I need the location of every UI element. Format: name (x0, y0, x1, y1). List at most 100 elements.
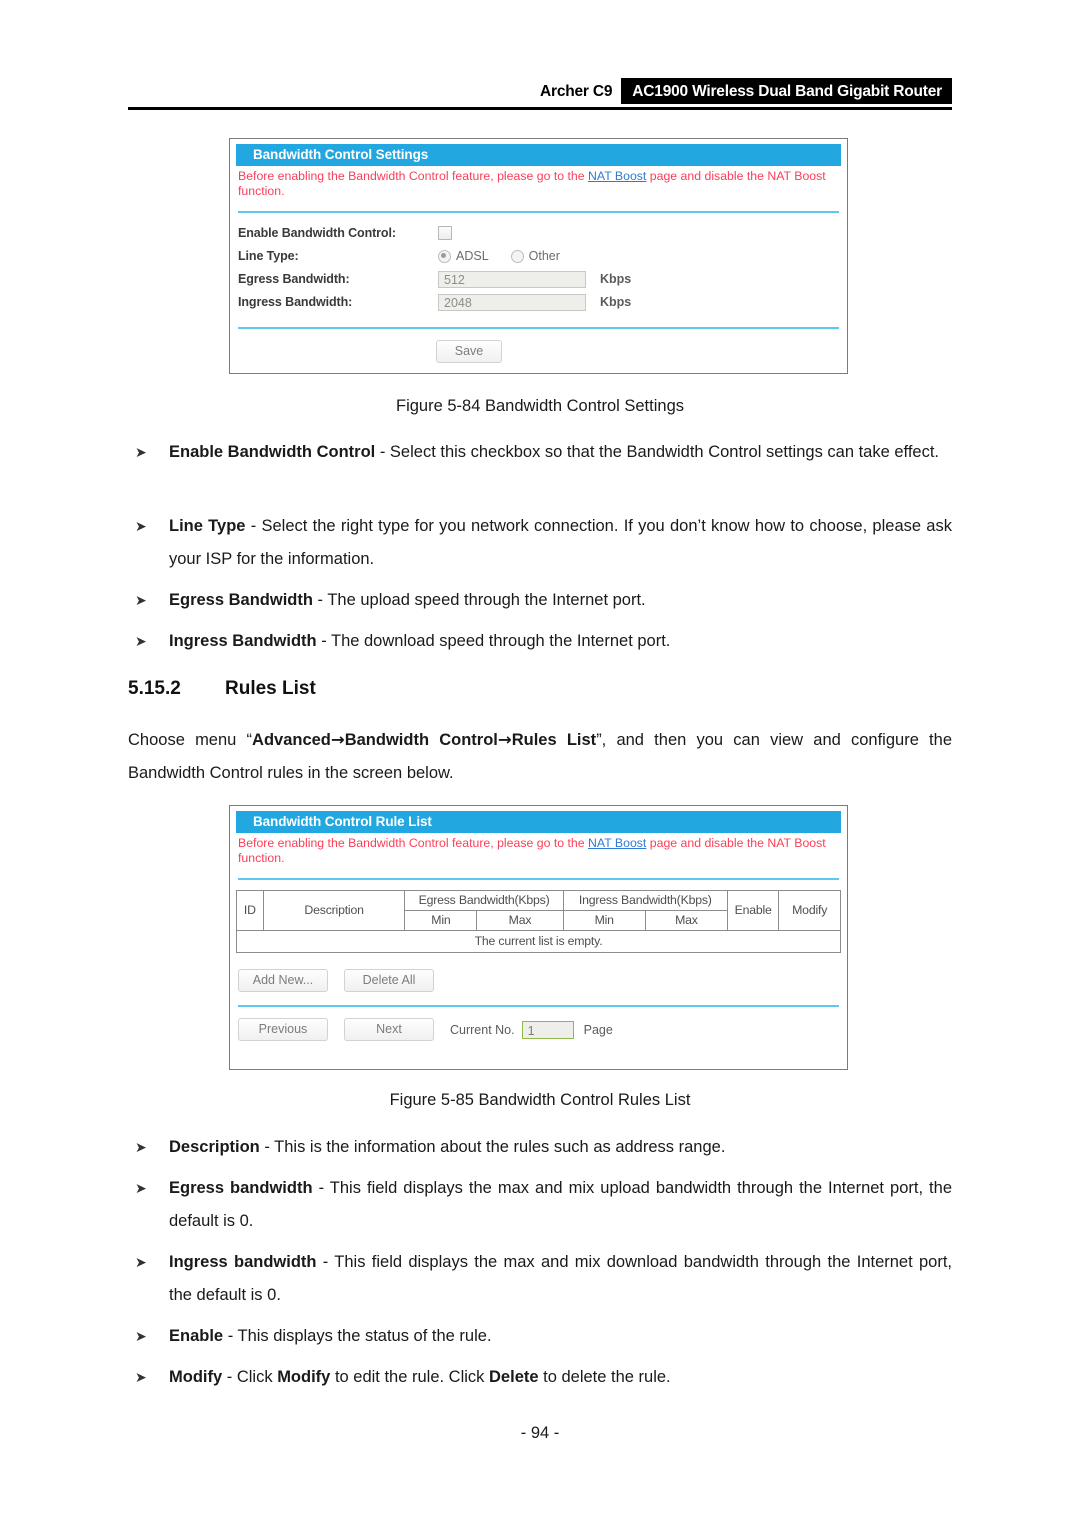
bullet-term: Ingress bandwidth (169, 1253, 317, 1271)
bullet-separator: - (222, 1368, 237, 1386)
bullet-separator: - (316, 632, 331, 650)
bullet-marker-icon: ➤ (135, 1180, 147, 1196)
bullet-marker-icon: ➤ (135, 592, 147, 608)
warning-message-rule-list: Before enabling the Bandwidth Control fe… (236, 833, 841, 866)
settings-button-area: Save (236, 329, 841, 363)
line-type-other-radio[interactable] (510, 249, 524, 263)
line-type-adsl-label: ADSL (456, 249, 489, 263)
nat-boost-link[interactable]: NAT Boost (588, 836, 646, 850)
warning-text-pre: Before enabling the Bandwidth Control fe… (238, 169, 589, 183)
label-enable-bandwidth-control: Enable Bandwidth Control: (238, 226, 396, 240)
warning-message-settings: Before enabling the Bandwidth Control fe… (236, 166, 841, 199)
empty-list-message: The current list is empty. (236, 930, 841, 953)
arrow-icon: → (497, 730, 512, 749)
bullet-body: This displays the status of the rule. (237, 1327, 492, 1345)
bullet-marker-icon: ➤ (135, 1328, 147, 1344)
bullet-description: ➤ Description - This is the information … (128, 1131, 952, 1164)
header-product-name: AC1900 Wireless Dual Band Gigabit Router (621, 78, 952, 104)
current-no-label: Current No. (450, 1022, 515, 1037)
bullet-separator: - (312, 591, 328, 609)
bullet-term: Egress bandwidth (169, 1179, 313, 1197)
intro-pre: Choose menu “ (128, 731, 253, 749)
bullet-body: The upload speed through the Internet po… (327, 591, 646, 609)
bullet-egress-bandwidth-list: ➤ Egress bandwidth - This field displays… (128, 1172, 952, 1238)
bullet-body: The download speed through the Internet … (330, 632, 671, 650)
bullet-enable-bandwidth-control: ➤ Enable Bandwidth Control - Select this… (128, 436, 952, 469)
bullet-separator: - (312, 1179, 330, 1197)
menu-advanced: Advanced (252, 731, 331, 749)
table-header-row-1: ID Description Egress Bandwidth(Kbps) In… (236, 890, 841, 931)
bullet-term: Modify (169, 1368, 223, 1386)
row-enable-bandwidth-control: Enable Bandwidth Control: (238, 222, 841, 244)
th-egress-min: Min (404, 910, 478, 931)
egress-bandwidth-input[interactable]: 512 (438, 270, 586, 288)
bullet-marker-icon: ➤ (135, 518, 147, 534)
page-number: - 94 - (520, 1424, 560, 1442)
rule-list-actions: Add New... Delete All (236, 953, 841, 992)
enable-bandwidth-control-checkbox[interactable] (438, 226, 452, 240)
th-egress-max: Max (476, 910, 564, 931)
bullet-term: Enable Bandwidth Control (169, 443, 376, 461)
bullet-separator: - (375, 443, 390, 461)
header-rule (128, 107, 952, 110)
emphasis-delete: Delete (489, 1368, 539, 1386)
bullet-term: Description (169, 1138, 260, 1156)
section-number: 5.15.2 (128, 678, 181, 699)
label-line-type: Line Type: (238, 249, 299, 263)
bullet-separator: - (223, 1327, 238, 1345)
th-ingress-max: Max (644, 910, 728, 931)
divider-top-rule-list (238, 878, 839, 880)
previous-page-button[interactable]: Previous (238, 1018, 328, 1041)
bullet-body: Select this checkbox so that the Bandwid… (389, 443, 940, 461)
bullet-marker-icon: ➤ (135, 633, 147, 649)
delete-all-button[interactable]: Delete All (344, 969, 434, 992)
section-heading-rules-list: 5.15.2 Rules List (128, 678, 952, 700)
line-type-radio-group: ADSL Other (438, 249, 582, 263)
bullet-ingress-bandwidth-list: ➤ Ingress bandwidth - This field display… (128, 1246, 952, 1312)
nat-boost-link[interactable]: NAT Boost (588, 169, 646, 183)
bullet-body-3: to delete the rule. (538, 1368, 671, 1386)
emphasis-modify: Modify (277, 1368, 331, 1386)
line-type-other-label: Other (528, 249, 560, 263)
page-label: Page (583, 1022, 613, 1037)
bullet-line-type: ➤ Line Type - Select the right type for … (128, 510, 952, 576)
ingress-bandwidth-input[interactable]: 2048 (438, 293, 586, 311)
caption-figure-5-84: Figure 5-84 Bandwidth Control Settings (396, 397, 684, 415)
bullet-body-2: to edit the rule. Click (330, 1368, 490, 1386)
panel-title-bandwidth-settings: Bandwidth Control Settings (236, 144, 841, 166)
bullet-ingress-bandwidth: ➤ Ingress Bandwidth - The download speed… (128, 625, 952, 658)
egress-bandwidth-unit: Kbps (600, 272, 632, 286)
row-ingress-bandwidth: Ingress Bandwidth: 2048 Kbps (238, 291, 841, 313)
bullet-marker-icon: ➤ (135, 1369, 147, 1385)
row-line-type: Line Type: ADSL Other (238, 245, 841, 267)
th-ingress-bandwidth-group: Ingress Bandwidth(Kbps) (562, 890, 728, 911)
label-ingress-bandwidth: Ingress Bandwidth: (238, 295, 353, 309)
bullet-body: Select the right type for you network co… (169, 517, 952, 568)
bandwidth-rule-table: ID Description Egress Bandwidth(Kbps) In… (236, 890, 841, 953)
arrow-icon: → (330, 730, 345, 749)
rule-list-pager: Previous Next Current No. 1 Page (236, 1007, 841, 1041)
ingress-bandwidth-unit: Kbps (600, 295, 632, 309)
menu-rules-list: Rules List (511, 731, 597, 749)
th-description: Description (262, 890, 406, 931)
section-intro-paragraph: Choose menu “Advanced→Bandwidth Control→… (128, 723, 952, 790)
bullet-term: Line Type (169, 517, 246, 535)
add-new-button[interactable]: Add New... (238, 969, 328, 992)
warning-text-pre: Before enabling the Bandwidth Control fe… (238, 836, 589, 850)
bullet-body: This is the information about the rules … (274, 1138, 726, 1156)
current-page-input[interactable]: 1 (521, 1020, 574, 1039)
save-button[interactable]: Save (436, 340, 502, 363)
page-header: Archer C9 AC1900 Wireless Dual Band Giga… (128, 78, 952, 112)
bullet-term: Ingress Bandwidth (169, 632, 317, 650)
th-ingress-min: Min (562, 910, 646, 931)
section-title: Rules List (225, 678, 316, 699)
th-modify: Modify (778, 890, 841, 931)
bullet-enable: ➤ Enable - This displays the status of t… (128, 1320, 952, 1353)
bandwidth-settings-form: Enable Bandwidth Control: Line Type: ADS… (236, 213, 841, 313)
row-egress-bandwidth: Egress Bandwidth: 512 Kbps (238, 268, 841, 290)
line-type-adsl-radio[interactable] (438, 249, 451, 263)
th-enable: Enable (726, 890, 780, 931)
th-egress-bandwidth-group: Egress Bandwidth(Kbps) (404, 890, 564, 911)
bullet-separator: - (245, 517, 262, 535)
next-page-button[interactable]: Next (344, 1018, 434, 1041)
